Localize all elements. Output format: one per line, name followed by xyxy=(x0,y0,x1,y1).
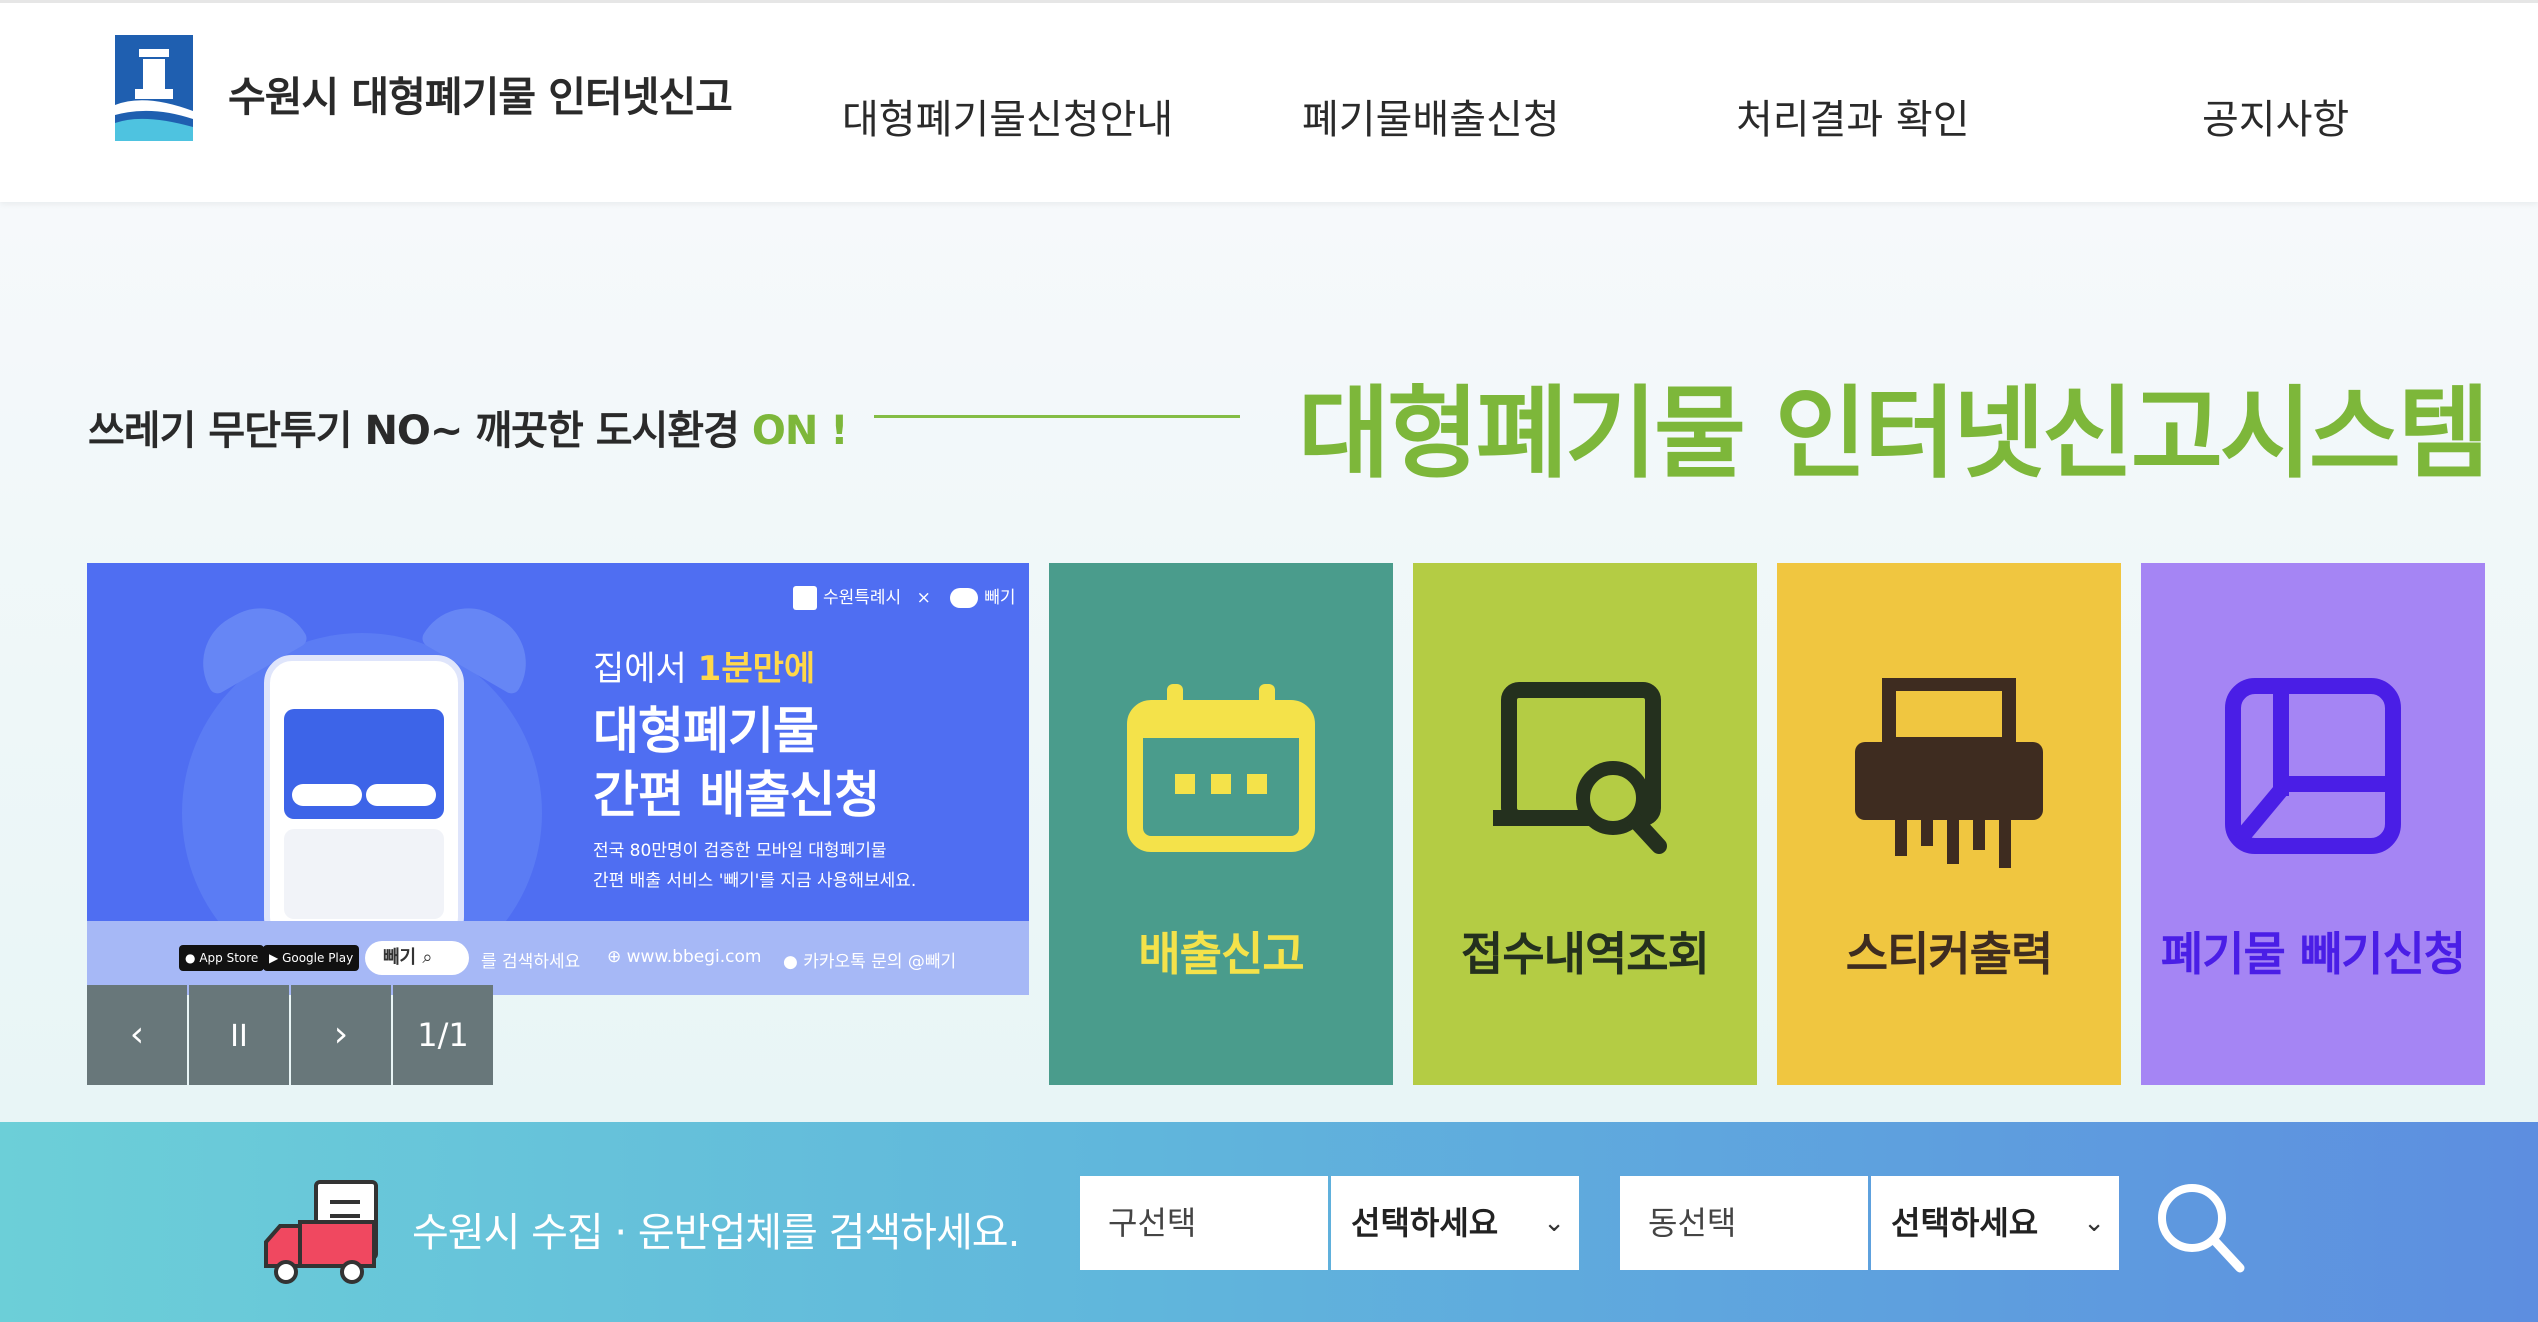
banner-description: 전국 80만명이 검증한 모바일 대형폐기물 간편 배출 서비스 '빼기'를 지… xyxy=(593,836,916,896)
gu-select[interactable]: 선택하세요 ⌄ xyxy=(1331,1176,1579,1270)
chevron-right-icon: › xyxy=(333,1014,349,1055)
tile-label: 스티커출력 xyxy=(1845,927,2054,981)
phone-card-blue xyxy=(284,709,444,819)
tile-bbegi-application[interactable]: 폐기물 빼기신청 xyxy=(2141,563,2485,1085)
tile-label: 배출신고 xyxy=(1138,927,1304,981)
nav-result-check[interactable]: 처리결과 확인 xyxy=(1736,87,1970,145)
slide-counter: 1/1 xyxy=(393,985,493,1085)
bbegi-logo-icon xyxy=(950,588,979,608)
banner-url: ⊕ www.bbegi.com xyxy=(607,947,761,967)
tile-label: 접수내역조회 xyxy=(1461,927,1710,981)
hero-title: 대형폐기물 인터넷신고시스템 xyxy=(1298,375,2490,492)
slide-pause-button[interactable]: II xyxy=(189,985,289,1085)
app-store-badge[interactable]: ● App Store xyxy=(179,945,265,971)
banner-search-pill: 빼기 ⌕ xyxy=(365,941,469,975)
google-play-badge[interactable]: ▶ Google Play xyxy=(263,945,360,971)
phone-button-right xyxy=(366,784,436,806)
banner-search-hint: 를 검색하세요 xyxy=(481,952,581,972)
city-mark-icon xyxy=(793,586,817,610)
slide-next-button[interactable]: › xyxy=(291,985,391,1085)
dong-select-value: 선택하세요 xyxy=(1891,1204,2039,1242)
brand-app: 빼기 xyxy=(984,588,1016,608)
banner-desc-line-1: 전국 80만명이 검증한 모바일 대형폐기물 xyxy=(593,841,887,861)
chat-icon: ● xyxy=(783,952,804,972)
banner-headline-1-highlight: 1분만에 xyxy=(697,649,816,689)
slogan-main: 쓰레기 무단투기 NO~ 깨끗한 도시환경 xyxy=(88,408,752,454)
slogan-on: ON ! xyxy=(751,408,849,454)
tile-receipt-history[interactable]: 접수내역조회 xyxy=(1413,563,1757,1085)
banner-brand-row: 수원특례시 × 빼기 xyxy=(793,583,1016,610)
phone-card-grey xyxy=(284,829,444,919)
chevron-left-icon: ‹ xyxy=(129,1014,145,1055)
gu-select-value: 선택하세요 xyxy=(1351,1204,1499,1242)
banner-desc-line-2: 간편 배출 서비스 '빼기'를 지금 사용해보세요. xyxy=(593,871,917,891)
slogan-divider xyxy=(874,415,1240,418)
tile-disposal-report[interactable]: 배출신고 xyxy=(1049,563,1393,1085)
globe-icon: ⊕ xyxy=(607,947,627,967)
brand-city: 수원특례시 xyxy=(823,588,902,608)
chevron-down-icon: ⌄ xyxy=(1543,1208,1565,1238)
gu-select-label: 구선택 xyxy=(1080,1176,1328,1270)
pause-icon: II xyxy=(230,1019,248,1054)
slide-prev-button[interactable]: ‹ xyxy=(87,985,187,1085)
apple-icon: ● xyxy=(185,951,196,965)
google-play-label: Google Play xyxy=(282,951,354,965)
nav-large-waste-guide[interactable]: 대형폐기물신청안내 xyxy=(842,87,1173,145)
tile-sticker-print[interactable]: 스티커출력 xyxy=(1777,563,2121,1085)
phone-mockup xyxy=(264,655,464,945)
banner-headline-1-pre: 집에서 xyxy=(593,649,698,689)
banner-kakao: ● 카카오톡 문의 @빼기 xyxy=(783,947,956,972)
calendar-icon xyxy=(1127,684,1315,852)
chevron-down-icon: ⌄ xyxy=(2083,1208,2105,1238)
banner-headline-1: 집에서 1분만에 xyxy=(593,641,815,690)
printer-icon xyxy=(1855,678,2043,868)
company-search-button[interactable] xyxy=(2150,1176,2250,1276)
banner-search-word: 빼기 xyxy=(383,947,417,968)
nav-waste-disposal-application[interactable]: 폐기물배출신청 xyxy=(1302,87,1560,145)
layout-icon xyxy=(2225,678,2401,854)
phone-button-left xyxy=(292,784,362,806)
brand-x: × xyxy=(916,588,931,608)
tile-label: 폐기물 빼기신청 xyxy=(2160,927,2466,981)
promo-banner-slide[interactable]: 수원특례시 × 빼기 집에서 1분만에 대형폐기물 간편 배출신청 전국 80만… xyxy=(87,563,1029,995)
site-header: 수원시 대형폐기물 인터넷신고 대형폐기물신청안내 폐기물배출신청 처리결과 확… xyxy=(0,0,2538,202)
city-logo-icon[interactable] xyxy=(115,35,199,145)
nav-notice[interactable]: 공지사항 xyxy=(2202,87,2349,145)
banner-url-text: www.bbegi.com xyxy=(626,947,762,967)
search-icon xyxy=(2158,1184,2245,1273)
site-title[interactable]: 수원시 대형폐기물 인터넷신고 xyxy=(228,63,733,123)
company-search-label: 수원시 수집 · 운반업체를 검색하세요. xyxy=(412,1210,1020,1256)
banner-kakao-text: 카카오톡 문의 @빼기 xyxy=(803,952,957,972)
banner-headline-2: 대형폐기물 xyxy=(593,702,819,760)
banner-headline-3: 간편 배출신청 xyxy=(593,766,880,824)
delivery-truck-icon xyxy=(264,1180,378,1284)
play-icon: ▶ xyxy=(269,951,279,965)
hero-slogan: 쓰레기 무단투기 NO~ 깨끗한 도시환경 ON ! xyxy=(88,398,849,456)
search-icon: ⌕ xyxy=(422,947,433,968)
dong-select-label: 동선택 xyxy=(1620,1176,1868,1270)
dong-select[interactable]: 선택하세요 ⌄ xyxy=(1871,1176,2119,1270)
search-document-icon xyxy=(1493,682,1667,854)
app-store-label: App Store xyxy=(199,951,259,965)
